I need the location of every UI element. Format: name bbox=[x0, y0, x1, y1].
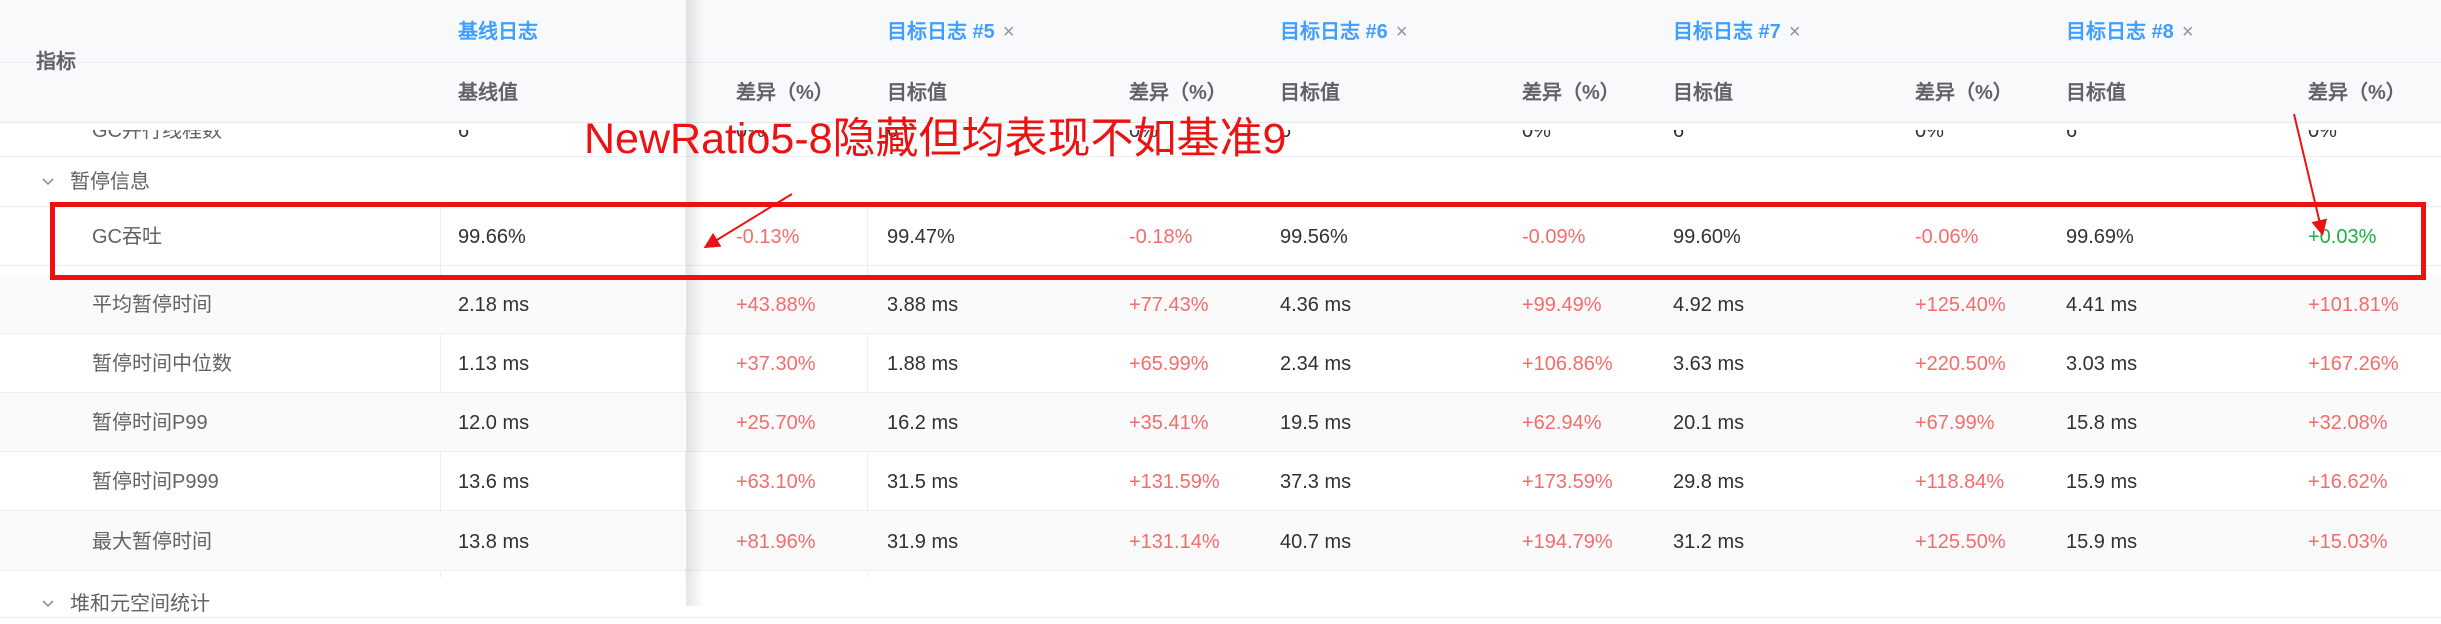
annotation-arrows bbox=[703, 113, 2328, 249]
arrow-left bbox=[703, 193, 793, 249]
arrow-right bbox=[2293, 113, 2328, 236]
